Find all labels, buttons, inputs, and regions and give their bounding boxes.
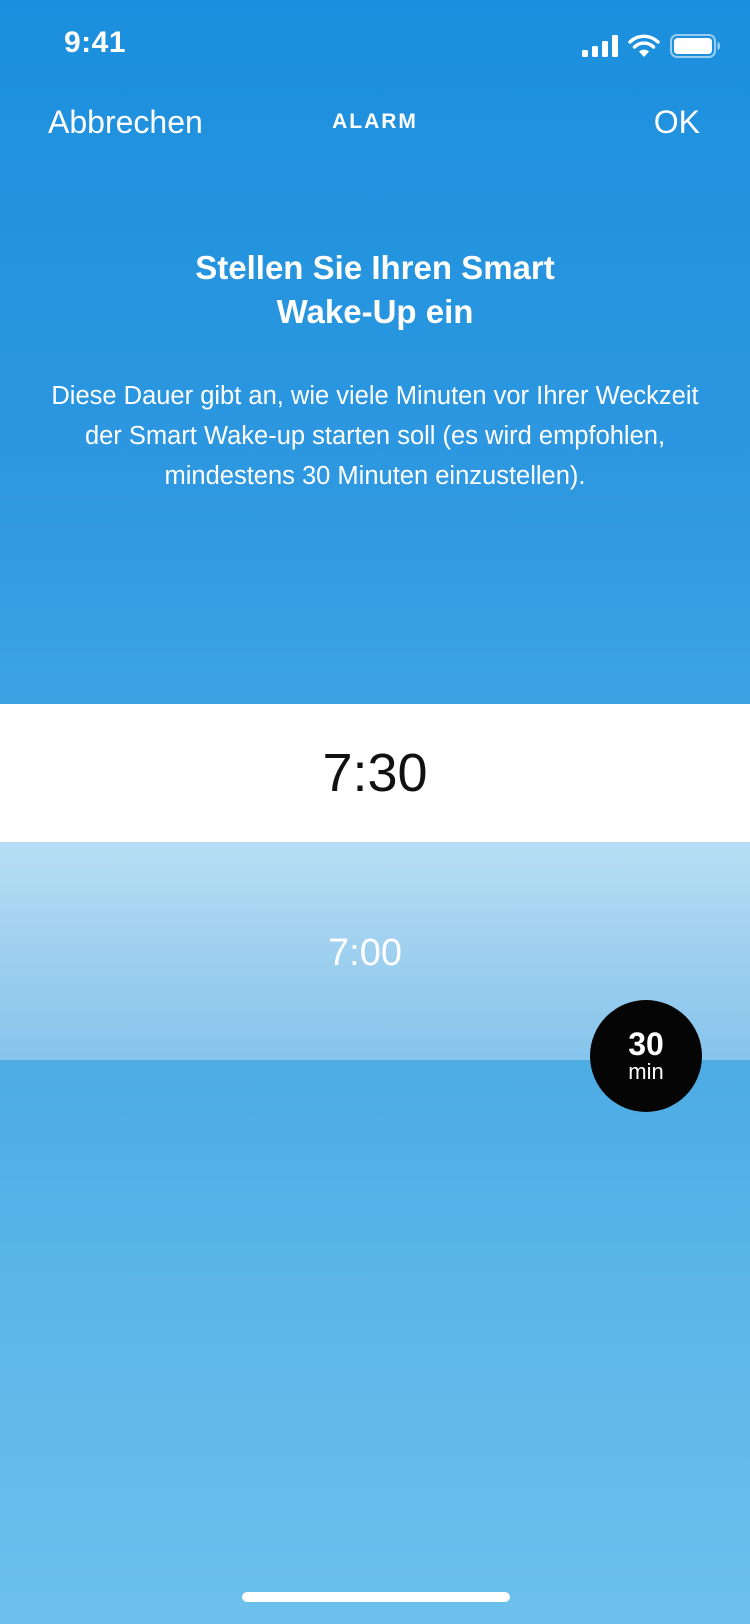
duration-unit: min [628, 1059, 664, 1084]
battery-icon [670, 34, 720, 63]
wifi-icon [628, 34, 660, 63]
description-text: Diese Dauer gibt an, wie viele Minuten v… [51, 382, 699, 490]
status-icons [582, 34, 720, 63]
signal-icon [582, 35, 618, 62]
alarm-time-row[interactable]: 7:30 [0, 704, 750, 842]
headline: Stellen Sie Ihren Smart Wake-Up ein [125, 246, 625, 334]
headline-line-1: Stellen Sie Ihren Smart [195, 249, 555, 286]
alarm-time-label: 7:30 [322, 743, 428, 803]
page-title: ALARM [332, 110, 418, 133]
home-indicator [242, 1592, 510, 1602]
status-time: 9:41 [64, 26, 127, 59]
duration-handle[interactable]: 30 min [590, 1000, 702, 1112]
ok-button[interactable]: OK [654, 104, 700, 141]
duration-value: 30 [628, 1026, 664, 1062]
smart-wakeup-screen: 9:41 Abbrechen ALARM OK Stellen Sie Ihre… [0, 0, 750, 1624]
status-bar: 9:41 [0, 0, 750, 94]
headline-line-2: Wake-Up ein [276, 293, 474, 330]
wake-start-time-label: 7:00 [328, 932, 402, 974]
